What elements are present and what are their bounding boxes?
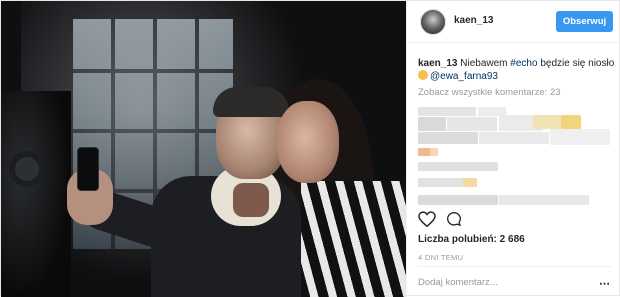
smartphone xyxy=(77,147,99,191)
foreground-camera xyxy=(1,91,71,297)
caption-text-before: Niebawem xyxy=(457,58,511,69)
header-username[interactable]: kaen_13 xyxy=(454,15,493,26)
post-actions xyxy=(418,211,618,229)
emoji-icon xyxy=(418,70,428,80)
caption-hashtag[interactable]: #echo xyxy=(510,58,537,69)
post-header: kaen_13 Obserwuj xyxy=(407,1,620,43)
view-all-comments-link[interactable]: Zobacz wszystkie komentarze: 23 xyxy=(418,87,561,98)
divider xyxy=(418,266,611,267)
instagram-post: kaen_13 Obserwuj kaen_13 Niebawem #echo … xyxy=(0,0,620,297)
caption-text-after: będzie się niosło xyxy=(537,58,615,69)
post-caption: kaen_13 Niebawem #echo będzie się niosło… xyxy=(418,57,616,83)
post-timestamp[interactable]: 4 DNI TEMU xyxy=(418,253,463,262)
comment-input[interactable]: Dodaj komentarz... xyxy=(418,277,498,288)
post-photo[interactable] xyxy=(1,1,406,297)
more-options-icon[interactable]: ⋯ xyxy=(599,277,611,290)
follow-button[interactable]: Obserwuj xyxy=(556,11,613,32)
avatar[interactable] xyxy=(420,9,446,35)
caption-mention[interactable]: @ewa_farna93 xyxy=(430,71,498,82)
like-count[interactable]: Liczba polubień: 2 686 xyxy=(418,234,525,245)
caption-username[interactable]: kaen_13 xyxy=(418,58,457,69)
heart-icon[interactable] xyxy=(418,211,436,227)
post-sidebar: kaen_13 Obserwuj kaen_13 Niebawem #echo … xyxy=(406,1,620,297)
comment-icon[interactable] xyxy=(446,211,462,227)
